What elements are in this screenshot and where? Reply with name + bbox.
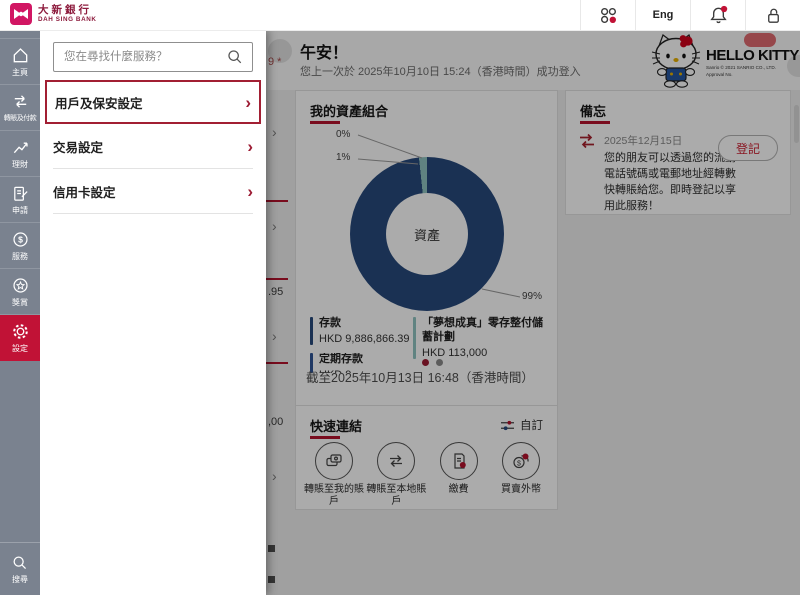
logout-lock-icon[interactable] xyxy=(745,0,800,30)
settings-gear-icon xyxy=(12,323,28,339)
search-icon xyxy=(13,556,27,569)
language-toggle[interactable]: Eng xyxy=(635,0,690,30)
rewards-icon xyxy=(12,277,28,293)
bank-logo[interactable]: 大新銀行 DAH SING BANK xyxy=(10,3,97,25)
bank-logo-icon xyxy=(10,3,32,25)
header-actions: Eng xyxy=(580,0,800,30)
sidebar-item-settings[interactable]: 設定 xyxy=(0,315,40,361)
sidebar-search-label: 搜尋 xyxy=(12,574,28,584)
chevron-right-icon: › xyxy=(247,136,253,156)
sidebar-label: 申請 xyxy=(12,205,28,215)
bank-name-en: DAH SING BANK xyxy=(38,16,97,24)
sidebar-label: 服務 xyxy=(12,251,28,261)
sidebar-item-home[interactable]: 主頁 xyxy=(0,38,40,85)
notifications-bell-icon[interactable] xyxy=(690,0,745,30)
apply-icon xyxy=(13,186,28,201)
modal-dim-overlay[interactable] xyxy=(266,30,800,595)
main-nav-sidebar: 主頁 轉賬及付款 理財 申請 $ 服務 獎賞 設定 搜尋 xyxy=(0,30,40,595)
sidebar-label: 主頁 xyxy=(12,67,28,77)
menu-item-label: 信用卡設定 xyxy=(53,185,116,200)
bank-name-zh: 大新銀行 xyxy=(38,3,92,16)
sidebar-item-apply[interactable]: 申請 xyxy=(0,177,40,223)
menu-item-label: 用戶及保安設定 xyxy=(55,96,143,111)
sidebar-label: 設定 xyxy=(12,343,28,353)
menu-item-credit-card-settings[interactable]: 信用卡設定 › xyxy=(53,169,253,214)
sidebar-label: 獎賞 xyxy=(12,297,28,307)
chevron-right-icon: › xyxy=(245,92,251,112)
top-header: 大新銀行 DAH SING BANK Eng xyxy=(0,0,800,31)
chevron-right-icon: › xyxy=(247,181,253,201)
sidebar-item-transfer-payments[interactable]: 轉賬及付款 xyxy=(0,85,40,131)
home-icon xyxy=(13,47,27,62)
service-search-input[interactable] xyxy=(62,50,226,64)
menu-item-transaction-settings[interactable]: 交易設定 › xyxy=(53,124,253,169)
service-search-box[interactable] xyxy=(53,42,253,72)
sidebar-label: 轉賬及付款 xyxy=(3,115,37,122)
apps-grid-icon[interactable] xyxy=(580,0,635,30)
services-icon: $ xyxy=(12,231,28,247)
menu-item-user-security-settings[interactable]: 用戶及保安設定 › xyxy=(45,80,261,124)
settings-menu-panel: 用戶及保安設定 › 交易設定 › 信用卡設定 › xyxy=(40,30,266,595)
search-icon xyxy=(228,50,242,64)
sidebar-label: 理財 xyxy=(12,159,28,169)
app-root: 大新銀行 DAH SING BANK Eng 主頁 轉賬及付款 理財 申請 $ … xyxy=(0,0,800,595)
svg-text:$: $ xyxy=(18,234,23,244)
sidebar-item-rewards[interactable]: 獎賞 xyxy=(0,269,40,315)
sidebar-search[interactable]: 搜尋 xyxy=(0,542,40,595)
sidebar-item-wealth[interactable]: 理財 xyxy=(0,131,40,177)
menu-item-label: 交易設定 xyxy=(53,140,104,155)
sidebar-item-services[interactable]: $ 服務 xyxy=(0,223,40,269)
wealth-icon xyxy=(13,142,28,153)
transfer-icon xyxy=(14,95,26,108)
